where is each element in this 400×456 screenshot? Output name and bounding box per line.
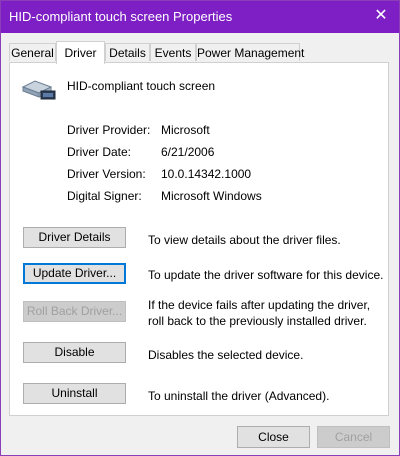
driver-date-value: 6/21/2006	[161, 145, 215, 159]
roll-back-driver-button[interactable]: Roll Back Driver...	[23, 301, 126, 322]
uninstall-button[interactable]: Uninstall	[23, 383, 126, 404]
tab-general[interactable]: General	[9, 43, 56, 61]
disable-description: Disables the selected device.	[148, 348, 304, 362]
driver-version-value: 10.0.14342.1000	[161, 167, 252, 181]
disable-button[interactable]: Disable	[23, 342, 126, 363]
driver-date-label: Driver Date:	[67, 145, 132, 159]
device-name: HID-compliant touch screen	[67, 79, 216, 93]
close-icon[interactable]: ✕	[371, 6, 391, 26]
digital-signer-value: Microsoft Windows	[161, 189, 262, 203]
digital-signer-label: Digital Signer:	[67, 189, 142, 203]
tab-driver[interactable]: Driver	[56, 41, 105, 64]
close-button[interactable]: Close	[237, 426, 310, 448]
driver-provider-value: Microsoft	[161, 123, 210, 137]
tab-details[interactable]: Details	[105, 43, 150, 61]
uninstall-description: To uninstall the driver (Advanced).	[148, 389, 330, 403]
cancel-button[interactable]: Cancel	[317, 426, 390, 448]
update-driver-description: To update the driver software for this d…	[148, 268, 384, 282]
touch-screen-device-icon	[21, 80, 56, 100]
driver-tab-panel: HID-compliant touch screen Driver Provid…	[9, 62, 389, 416]
tab-power-management[interactable]: Power Management	[196, 43, 304, 61]
driver-details-description: To view details about the driver files.	[148, 233, 341, 247]
driver-version-label: Driver Version:	[67, 167, 146, 181]
driver-details-button[interactable]: Driver Details	[23, 227, 126, 248]
update-driver-button[interactable]: Update Driver...	[23, 263, 126, 284]
roll-back-driver-description: If the device fails after updating the d…	[148, 298, 371, 328]
properties-dialog: HID-compliant touch screen Properties ✕ …	[0, 0, 400, 456]
window-title: HID-compliant touch screen Properties	[9, 9, 233, 24]
title-bar[interactable]: HID-compliant touch screen Properties ✕	[1, 1, 399, 33]
driver-provider-label: Driver Provider:	[67, 123, 151, 137]
tab-events[interactable]: Events	[150, 43, 196, 61]
